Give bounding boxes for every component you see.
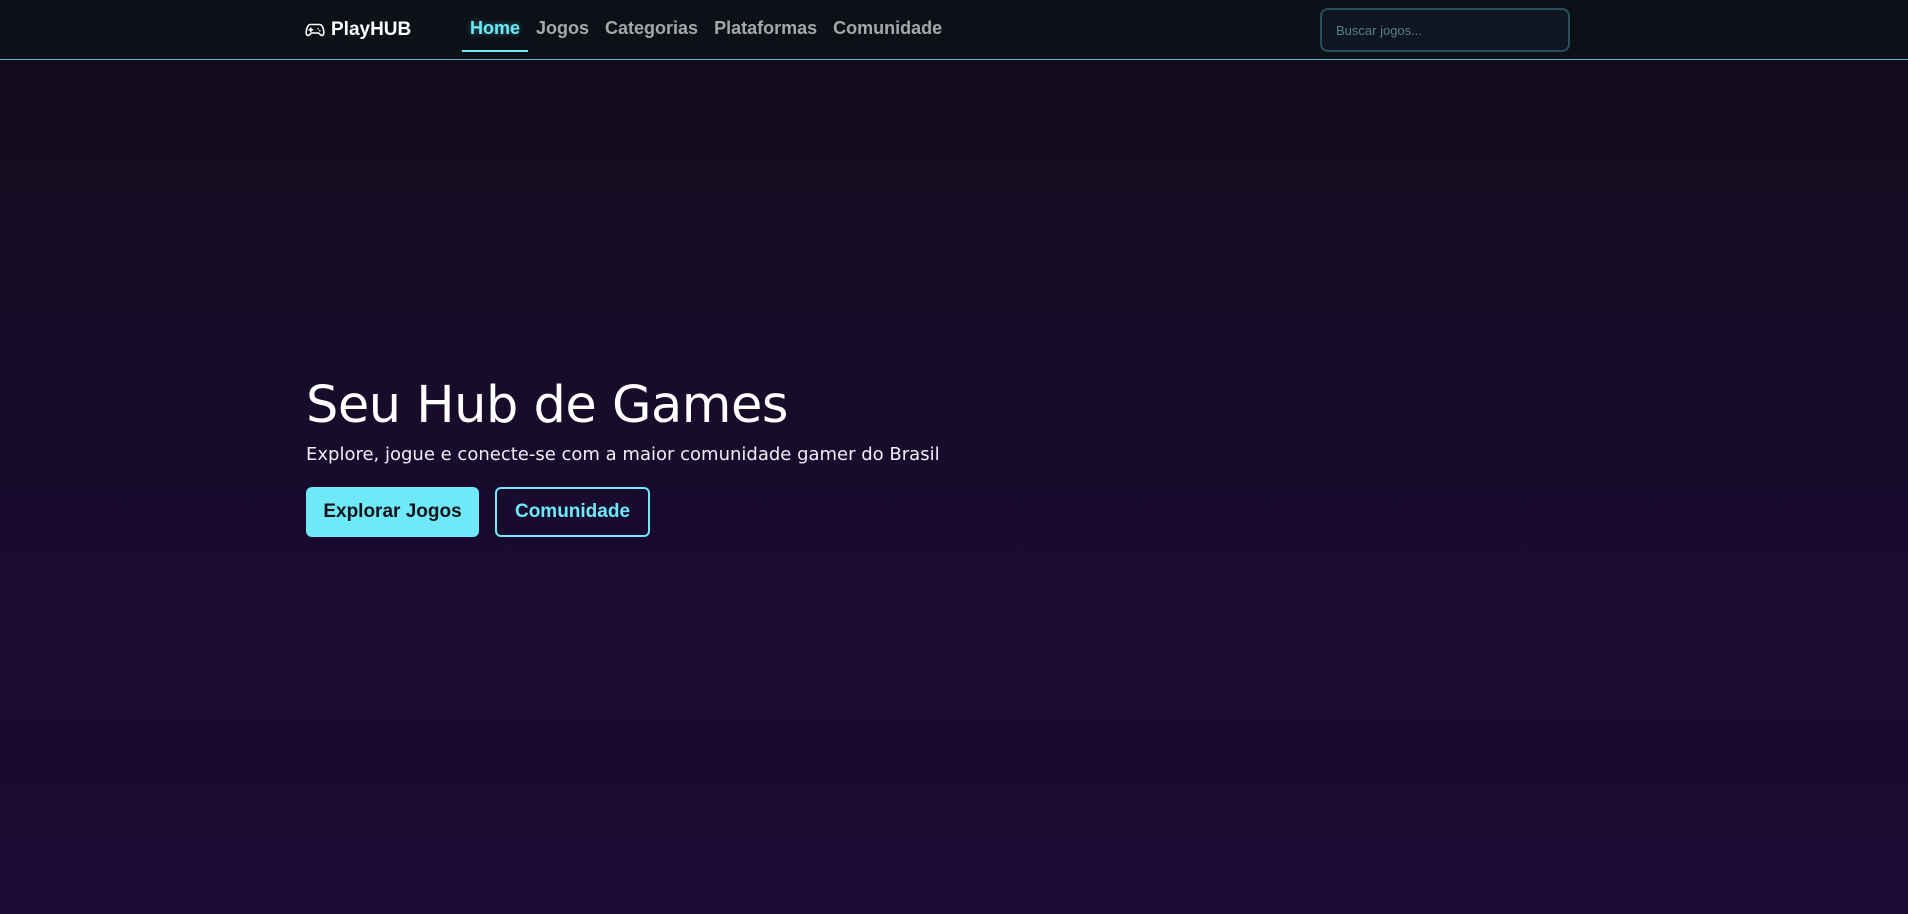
gamepad-icon — [305, 22, 325, 38]
main-nav: Home Jogos Categorias Plataformas Comuni… — [462, 0, 950, 60]
explore-games-button[interactable]: Explorar Jogos — [306, 487, 479, 537]
brand-label: PlayHUB — [331, 19, 412, 40]
brand-link[interactable]: PlayHUB — [305, 18, 411, 42]
hero-actions: Explorar Jogos Comunidade — [306, 487, 1106, 537]
nav-item-jogos[interactable]: Jogos — [528, 0, 597, 60]
nav-item-plataformas[interactable]: Plataformas — [706, 0, 825, 60]
nav-item-comunidade[interactable]: Comunidade — [825, 0, 950, 60]
navbar: PlayHUB Home Jogos Categorias Plataforma… — [0, 0, 1908, 60]
search-input[interactable] — [1320, 8, 1570, 52]
nav-item-home[interactable]: Home — [462, 0, 529, 60]
hero-subtitle: Explore, jogue e conecte-se com a maior … — [306, 444, 940, 465]
hero-section: Seu Hub de Games Explore, jogue e conect… — [306, 372, 1106, 537]
community-button[interactable]: Comunidade — [495, 487, 650, 537]
nav-item-categorias[interactable]: Categorias — [597, 0, 706, 60]
page: PlayHUB Home Jogos Categorias Plataforma… — [0, 0, 1908, 914]
hero-title: Seu Hub de Games — [306, 376, 788, 435]
